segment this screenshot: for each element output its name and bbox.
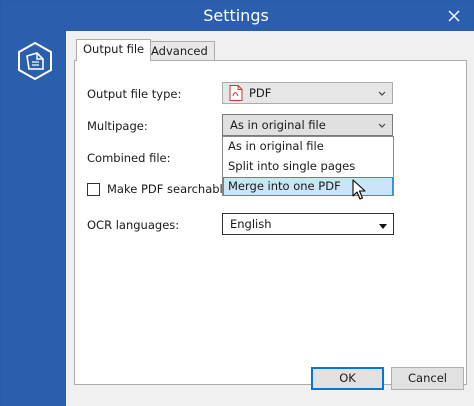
- chevron-down-icon: [378, 123, 386, 128]
- chevron-down-icon: [378, 91, 386, 96]
- tab-output-file[interactable]: Output file: [76, 39, 152, 61]
- output-file-type-select[interactable]: PDF: [222, 82, 393, 104]
- mouse-cursor-icon: [352, 179, 366, 200]
- cancel-button[interactable]: Cancel: [391, 367, 464, 390]
- settings-window: Settings Output file Advanced Output fil…: [0, 0, 474, 406]
- multipage-value: As in original file: [230, 118, 326, 132]
- make-pdf-searchable-checkbox[interactable]: [87, 183, 100, 196]
- multipage-option-original[interactable]: As in original file: [223, 137, 393, 156]
- tab-advanced[interactable]: Advanced: [144, 41, 215, 61]
- output-file-type-label: Output file type:: [87, 87, 182, 101]
- multipage-option-merge[interactable]: Merge into one PDF: [223, 177, 393, 196]
- sidebar-panel: [1, 31, 66, 406]
- close-icon[interactable]: [443, 6, 465, 26]
- combined-file-label: Combined file:: [87, 151, 171, 165]
- window-title: Settings: [203, 6, 269, 25]
- ok-button[interactable]: OK: [311, 367, 384, 390]
- make-pdf-searchable-label: Make PDF searchable: [107, 182, 230, 196]
- app-logo-icon: [18, 41, 52, 81]
- ocr-languages-select[interactable]: English: [222, 213, 394, 235]
- multipage-select[interactable]: As in original file: [222, 114, 393, 136]
- multipage-label: Multipage:: [87, 119, 148, 133]
- output-file-type-value: PDF: [249, 86, 272, 100]
- ocr-languages-label: OCR languages:: [87, 218, 180, 232]
- settings-content: Output file Advanced Output file type: P…: [66, 31, 474, 406]
- caret-down-icon: [379, 224, 387, 229]
- multipage-option-split[interactable]: Split into single pages: [223, 157, 393, 176]
- title-bar: Settings: [1, 1, 473, 31]
- pdf-file-icon: [229, 85, 243, 101]
- ocr-languages-value: English: [230, 217, 272, 231]
- multipage-dropdown-list: As in original file Split into single pa…: [222, 136, 394, 196]
